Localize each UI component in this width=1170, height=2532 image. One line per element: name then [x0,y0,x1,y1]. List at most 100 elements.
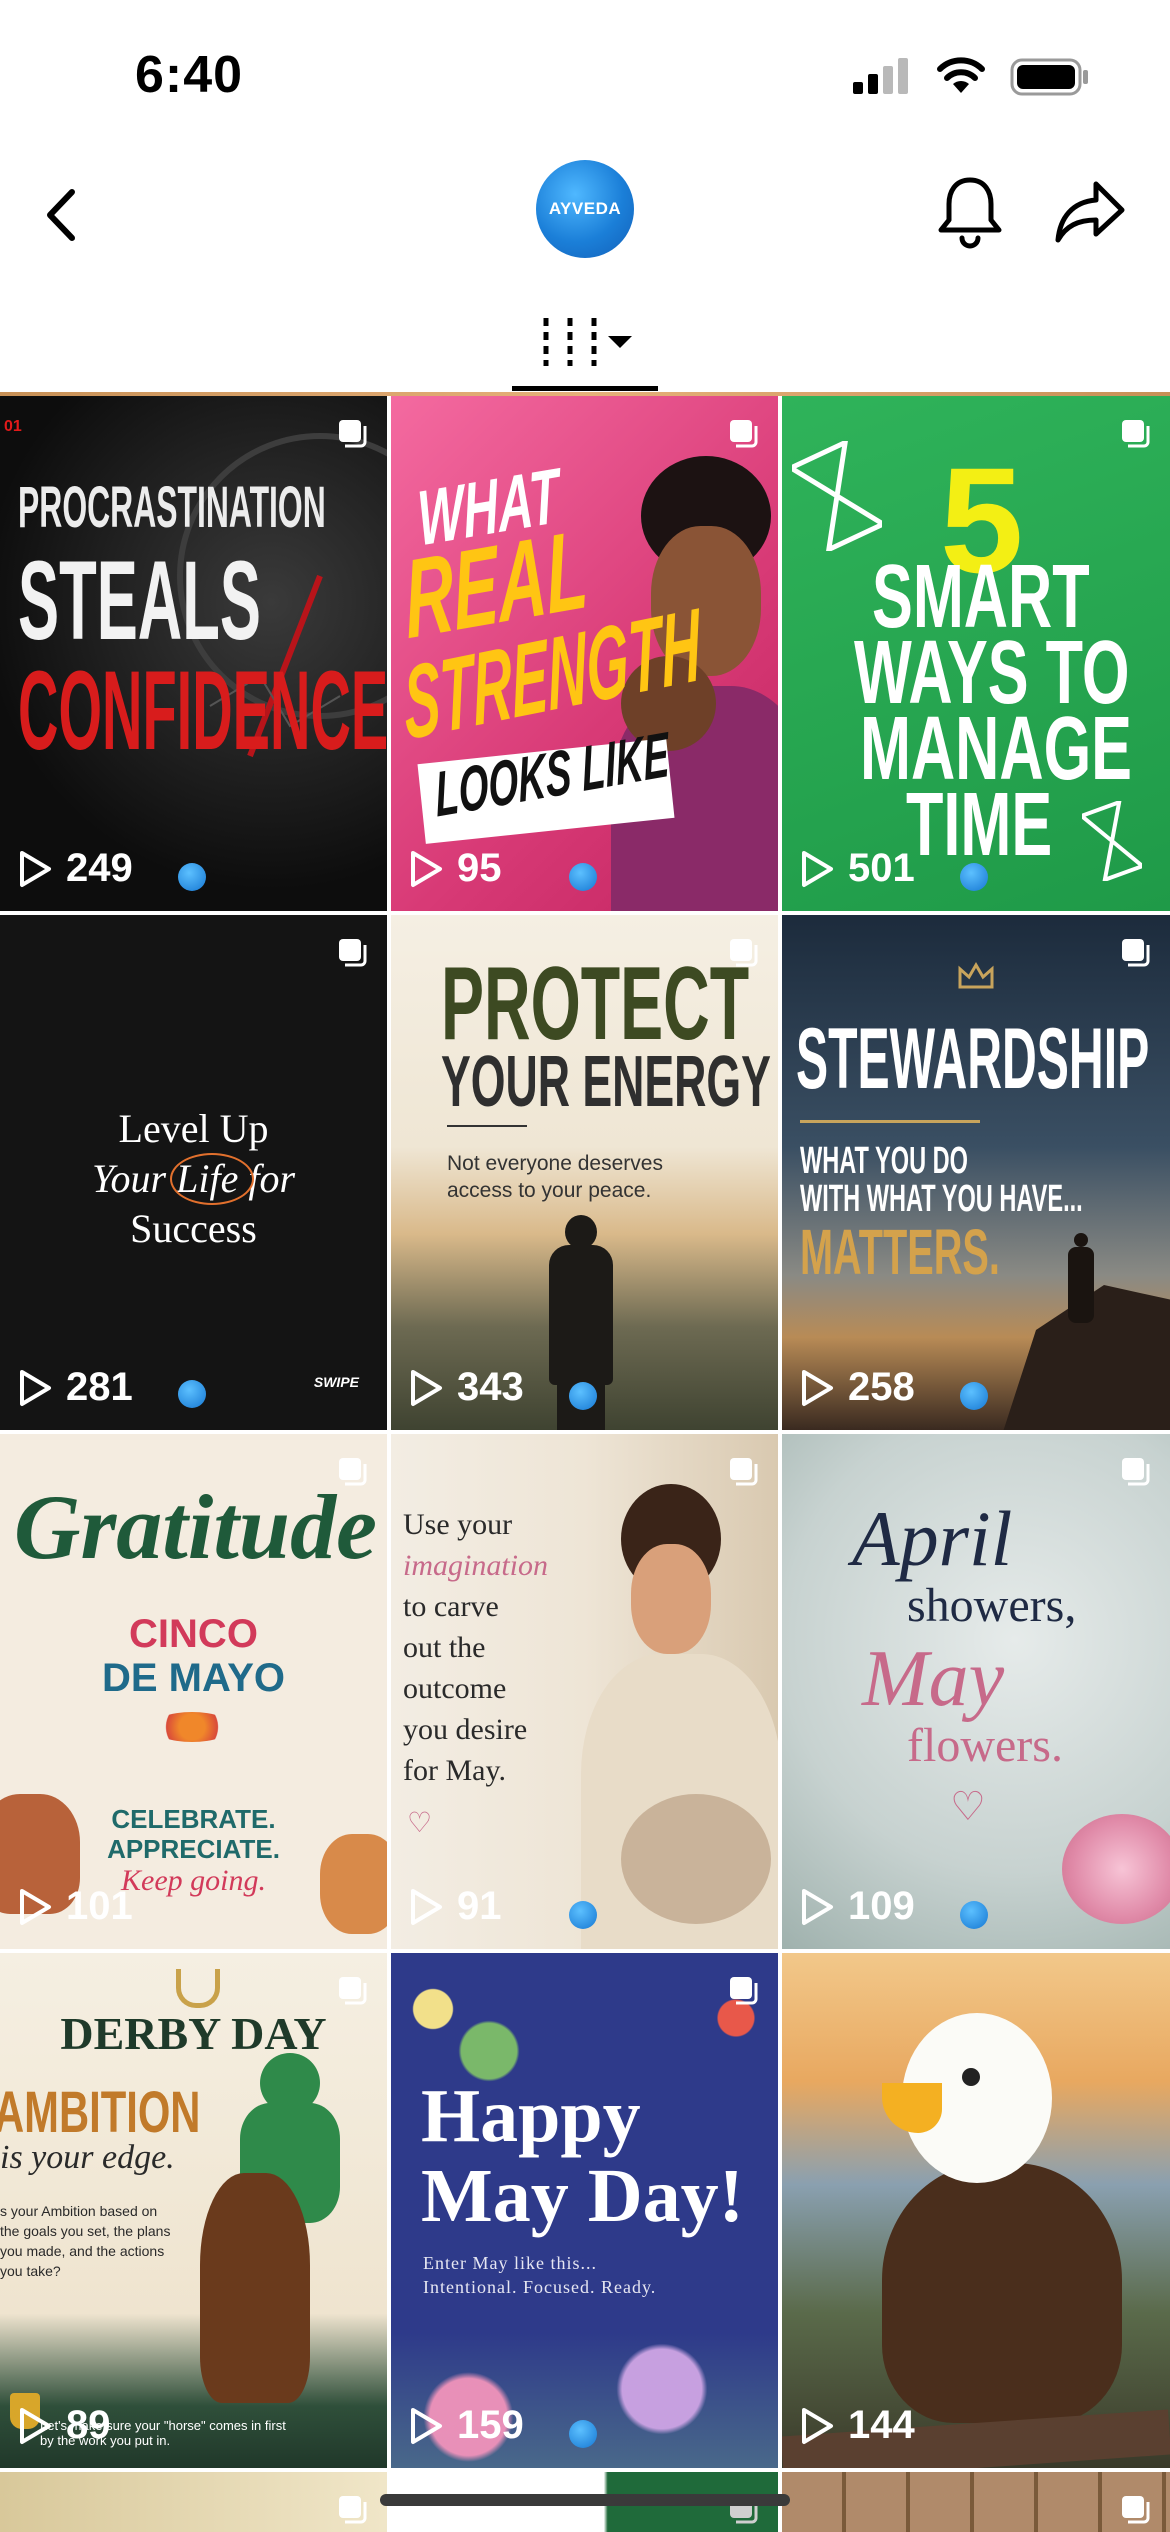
tile-subtext: you take? [0,2263,61,2279]
profile-header: AYVEDA [0,150,1170,270]
tile-headline: TIME [906,775,1053,875]
brand-logo-icon [960,1382,988,1410]
view-count-value: 89 [66,2403,111,2447]
status-time: 6:40 [135,46,244,104]
reel-tile[interactable]: 01 PROCRASTINATION STEALS CONFIDENCE. 24… [0,396,387,911]
reel-tile[interactable]: STEWARDSHIP WHAT YOU DO WITH WHAT YOU HA… [782,915,1170,1430]
view-count: 343 [409,1365,524,1410]
play-icon [411,1888,442,1925]
share-icon[interactable] [1050,172,1130,252]
multi-post-icon [1122,420,1150,448]
view-count-value: 91 [457,1884,502,1928]
view-count-value: 95 [457,846,502,890]
multi-post-icon [339,939,367,967]
tile-headline: May [862,1635,1005,1723]
reel-tile[interactable]: Level Up Your Life for Success SWIPE 281 [0,915,387,1430]
view-count: 501 [800,846,915,891]
reel-tile[interactable]: WHAT REAL STRENGTH LOOKS LIKE 95 [391,396,778,911]
divider [447,1125,527,1127]
reel-tile[interactable]: Gratitude CINCO DE MAYO CELEBRATE. APPRE… [0,1434,387,1949]
clay-pot-graphic [320,1834,387,1934]
reel-tile[interactable]: 144 [782,1953,1170,2468]
view-count: 95 [409,846,502,891]
tile-headline: showers, [907,1579,1077,1632]
tile-headline: STEWARDSHIP [796,1011,1150,1107]
peony-graphic [1062,1814,1170,1924]
reel-tile[interactable]: 5 SMART WAYS TO MANAGE TIME 501 [782,396,1170,911]
hourglass-icon [792,441,882,551]
reel-tile[interactable]: April showers, May flowers. ♡ 109 [782,1434,1170,1949]
cellular-signal-icon [853,58,908,94]
multi-post-icon [339,2496,367,2524]
status-bar: 6:40 [0,0,1170,150]
tile-subtext: Intentional. Focused. Ready. [423,2277,657,2297]
reel-tile[interactable]: Use your imagination to carve out the ou… [391,1434,778,1949]
view-count-value: 159 [457,2403,524,2447]
swipe-label: SWIPE [313,1374,359,1390]
tile-headline: flowers. [907,1719,1063,1772]
divider [800,1120,980,1123]
tile-headline: out the [403,1631,486,1664]
profile-avatar[interactable]: AYVEDA [536,160,634,258]
tile-headline: CINCO [129,1612,258,1656]
tile-headline: Level Up [118,1106,269,1151]
tile-subtext: WHAT YOU DO [800,1140,968,1182]
tile-headline: CONFIDENCE. [18,648,387,773]
play-icon [802,2407,833,2444]
play-icon [411,850,442,887]
reel-tile[interactable] [782,2472,1170,2532]
tile-headline: May Day! [421,2154,744,2238]
multi-post-icon [730,939,758,967]
active-tab-indicator [512,386,658,391]
tile-subtext: you made, and the actions [0,2243,165,2259]
brand-logo-icon [960,863,988,891]
tile-headline: Use your [403,1508,513,1541]
play-icon [802,1888,833,1925]
standing-figure [1064,1233,1098,1323]
view-count-value: 281 [66,1365,133,1409]
back-icon[interactable] [30,180,100,250]
multi-post-icon [1122,939,1150,967]
brand-logo-icon [569,2420,597,2448]
home-indicator [380,2494,790,2506]
view-count: 159 [409,2403,524,2448]
multi-post-icon [339,1977,367,2005]
reel-tile[interactable] [0,2472,387,2532]
view-count-value: 249 [66,846,133,890]
content-tabs [0,270,1170,396]
tile-headline: YOUR ENERGY [441,1042,771,1122]
play-icon [802,1369,833,1406]
tile-subtext: s your Ambition based on [0,2203,158,2219]
reel-tile[interactable]: PROTECT YOUR ENERGY Not everyone deserve… [391,915,778,1430]
reel-tile[interactable]: Happy May Day! Enter May like this... In… [391,1953,778,2468]
bell-icon[interactable] [935,172,1005,252]
brand-logo-icon [178,863,206,891]
brand-logo-icon [178,1380,206,1408]
tile-headline: outcome [403,1672,507,1705]
multi-post-icon [730,1458,758,1486]
wifi-icon [937,57,985,93]
view-count: 101 [18,1884,133,1929]
heart-icon: ♡ [407,1807,433,1838]
tile-headline: you desire [403,1713,528,1746]
reels-feed-icon[interactable] [512,280,658,392]
brand-logo-icon [960,1901,988,1929]
view-count-value: 501 [848,846,915,890]
view-count: 281 [18,1365,133,1410]
play-icon [802,850,833,887]
floral-corner [391,1953,531,2093]
tile-headline: Success [130,1206,257,1251]
eagle-illustration [842,2013,1142,2433]
play-icon [20,1369,51,1406]
play-icon [20,2407,51,2444]
multi-post-icon [339,1458,367,1486]
multi-post-icon [1122,2496,1150,2524]
reel-tile[interactable]: DERBY DAY AMBITION is your edge. s your … [0,1953,387,2468]
tile-headline: MATTERS. [800,1216,1000,1288]
tile-headline: PROCRASTINATION [18,475,326,540]
brand-logo-icon [569,863,597,891]
brand-logo-icon [569,1382,597,1410]
tile-headline: Happy [421,2074,641,2158]
view-count-value: 343 [457,1365,524,1409]
view-count-value: 144 [848,2403,915,2447]
